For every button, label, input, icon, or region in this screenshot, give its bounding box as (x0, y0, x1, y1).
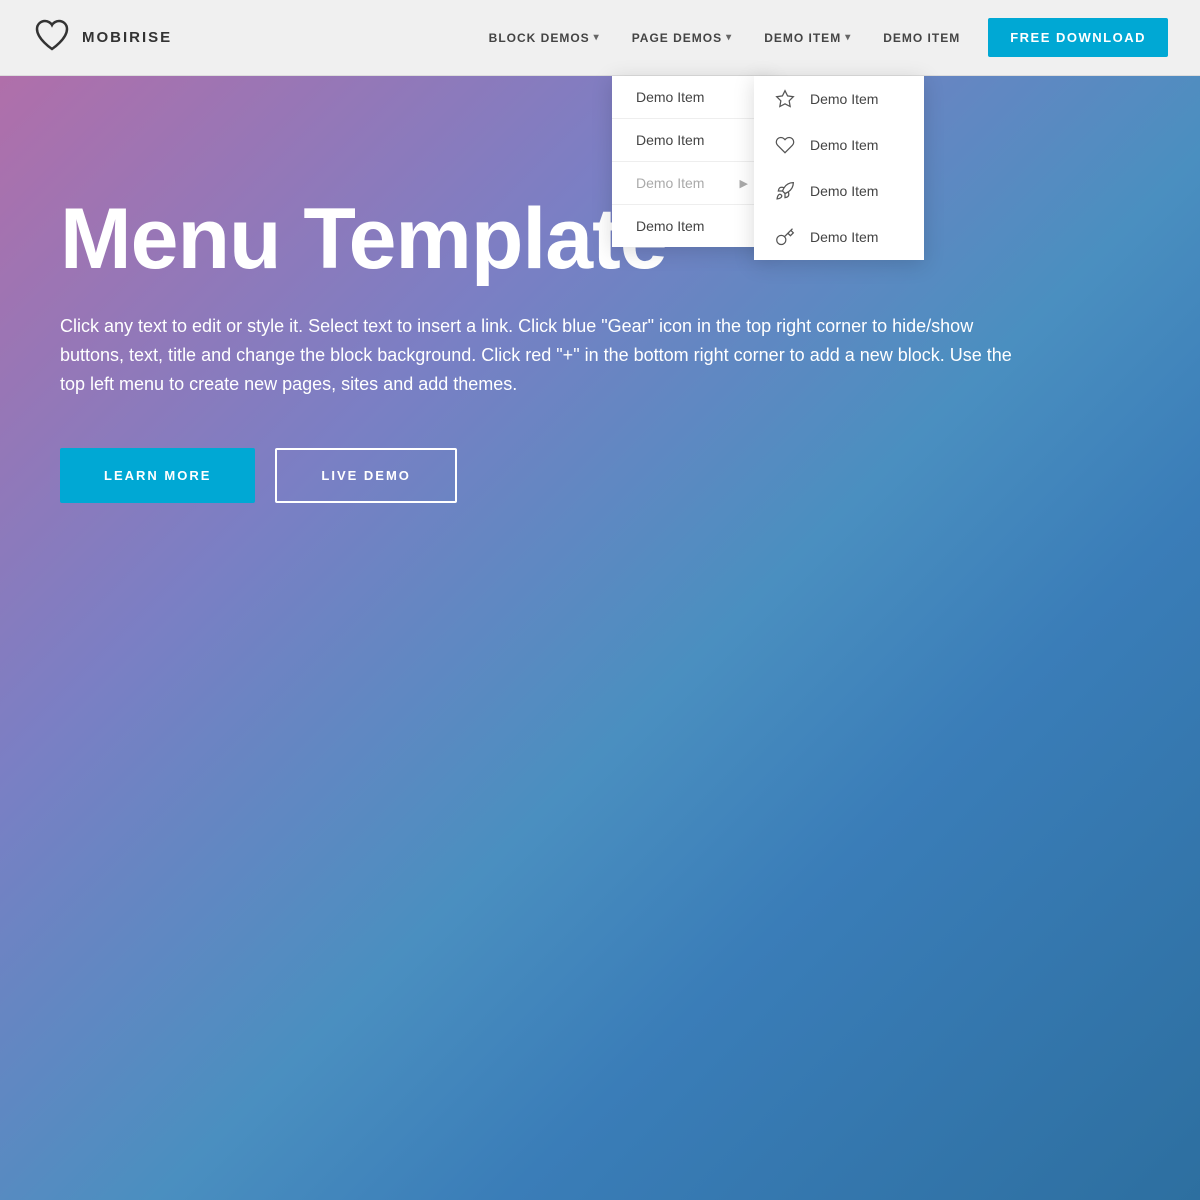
submenu-item-4[interactable]: Demo Item (754, 214, 924, 260)
chevron-right-icon: ▶ (740, 177, 748, 190)
nav-links: BLOCK DEMOS ▾ PAGE DEMOS ▾ DEMO ITEM ▾ D… (477, 18, 1168, 57)
nav-item-demo-item-2[interactable]: DEMO ITEM (871, 23, 972, 53)
navbar: MOBIRISE BLOCK DEMOS ▾ PAGE DEMOS ▾ DEMO… (0, 0, 1200, 76)
learn-more-button[interactable]: LEARN MORE (60, 448, 255, 503)
star-icon (774, 89, 796, 109)
heart-icon (32, 15, 72, 60)
heart-icon (774, 135, 796, 155)
dropdown-item-2[interactable]: Demo Item (612, 119, 772, 161)
free-download-button[interactable]: FREE DOWNLOAD (988, 18, 1168, 57)
submenu-item-1[interactable]: Demo Item (754, 76, 924, 122)
key-icon (774, 227, 796, 247)
chevron-down-icon: ▾ (594, 32, 600, 43)
dropdown-menu: Demo Item Demo Item Demo Item ▶ Demo Ite… (612, 76, 772, 247)
chevron-down-icon: ▾ (845, 32, 851, 43)
dropdown-item-3[interactable]: Demo Item ▶ (612, 162, 772, 204)
hero-buttons: LEARN MORE LIVE DEMO (60, 448, 1140, 503)
nav-item-block-demos[interactable]: BLOCK DEMOS ▾ (477, 23, 612, 53)
live-demo-button[interactable]: LIVE DEMO (275, 448, 457, 503)
brand-name: MOBIRISE (82, 29, 172, 46)
submenu-item-3[interactable]: Demo Item (754, 168, 924, 214)
submenu-item-2[interactable]: Demo Item (754, 122, 924, 168)
submenu: Demo Item Demo Item Demo Item Demo Item (754, 76, 924, 260)
chevron-down-icon: ▾ (726, 32, 732, 43)
rocket-icon (774, 181, 796, 201)
dropdown-item-4[interactable]: Demo Item (612, 205, 772, 247)
hero-section: Menu Template Click any text to edit or … (0, 76, 1200, 1200)
brand: MOBIRISE (32, 15, 172, 60)
nav-item-page-demos[interactable]: PAGE DEMOS ▾ (620, 23, 745, 53)
dropdown-item-1[interactable]: Demo Item (612, 76, 772, 118)
hero-description: Click any text to edit or style it. Sele… (60, 312, 1020, 398)
hero-title: Menu Template (60, 196, 1140, 282)
nav-item-demo-item-1[interactable]: DEMO ITEM ▾ (752, 23, 863, 53)
